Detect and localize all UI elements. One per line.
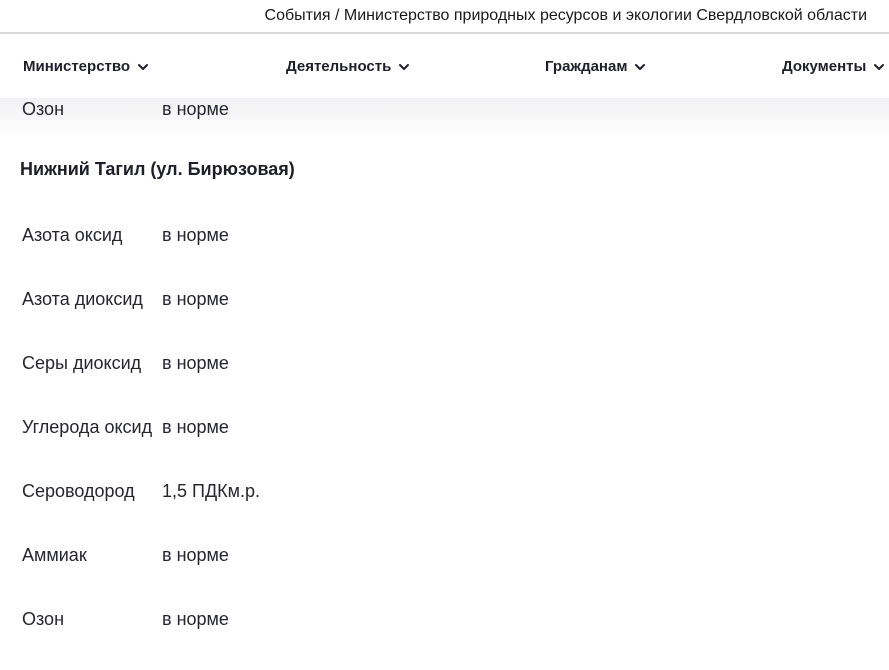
pollutant-status: в норме [162, 98, 229, 119]
list-item: Серы диоксид в норме [22, 351, 229, 375]
list-item: Сероводород 1,5 ПДКм.р. [22, 479, 260, 503]
pollutant-name: Серы диоксид [22, 352, 142, 373]
list-item: Аммиак в норме [22, 543, 229, 567]
nav-item-label: Деятельность [286, 58, 392, 75]
nav-item-citizens[interactable]: Гражданам [545, 58, 646, 75]
nav-item-label: Министерство [23, 58, 131, 75]
nav-item-activity[interactable]: Деятельность [286, 58, 410, 75]
pollutant-status: 1,5 ПДКм.р. [162, 480, 261, 501]
chevron-down-icon [137, 61, 149, 73]
main-navigation: Министерство Деятельность Гражданам Доку… [0, 36, 889, 98]
list-item: Углерода оксид в норме [22, 415, 229, 439]
station-heading: Нижний Тагил (ул. Бирюзовая) [20, 159, 295, 179]
chevron-down-icon [634, 61, 646, 73]
page: События / Министерство природных ресурсо… [0, 0, 889, 670]
pollutant-name: Углерода оксид [22, 416, 153, 437]
pollutant-status: в норме [162, 352, 229, 373]
pollutant-name: Азота оксид [22, 224, 123, 245]
list-item: Азота оксид в норме [22, 223, 229, 247]
pollutant-name: Озон [22, 608, 65, 629]
pollutant-name: Озон [22, 98, 65, 119]
list-item: Озон в норме [22, 97, 229, 121]
pollutant-status: в норме [162, 224, 229, 245]
list-item: Азота диоксид в норме [22, 287, 229, 311]
chevron-down-icon [398, 61, 410, 73]
nav-item-documents[interactable]: Документы [782, 58, 885, 75]
chevron-down-icon [873, 61, 885, 73]
nav-item-ministry[interactable]: Министерство [23, 58, 149, 75]
pollutant-name: Сероводород [22, 480, 135, 501]
nav-item-label: Гражданам [545, 58, 628, 75]
pollutant-status: в норме [162, 416, 229, 437]
list-item: Озон в норме [22, 607, 229, 631]
pollutant-name: Аммиак [22, 544, 87, 565]
pollutant-status: в норме [162, 544, 229, 565]
pollutant-status: в норме [162, 608, 229, 629]
pollutant-name: Азота диоксид [22, 288, 143, 309]
pollutant-status: в норме [162, 288, 229, 309]
nav-item-label: Документы [782, 58, 867, 75]
